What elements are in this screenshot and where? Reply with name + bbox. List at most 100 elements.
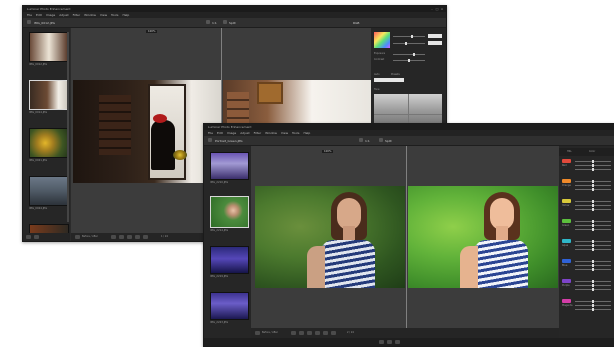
thumbnail-selected[interactable] (210, 196, 249, 228)
undo-icon[interactable] (315, 331, 320, 335)
compare-icon[interactable] (307, 331, 312, 335)
color-swatch-blue[interactable] (562, 259, 571, 263)
front-zoom[interactable]: 1:1 (365, 139, 370, 143)
menu-item[interactable]: File (27, 13, 32, 17)
rotate-right-icon[interactable] (299, 331, 304, 335)
split-view-icon[interactable] (223, 20, 227, 24)
front-view-mode[interactable]: Before / After (262, 331, 278, 334)
zoom-icon[interactable] (359, 138, 363, 142)
color-swatch-orange[interactable] (562, 179, 571, 183)
hsl-slider[interactable] (575, 220, 611, 223)
hsl-slider[interactable] (575, 204, 611, 207)
hsl-slider[interactable] (575, 300, 611, 303)
menu-item[interactable]: View (100, 13, 107, 17)
color-picker[interactable] (374, 32, 390, 48)
hsl-slider[interactable] (575, 244, 611, 247)
rotate-right-icon[interactable] (119, 235, 124, 239)
hsl-slider[interactable] (575, 208, 611, 211)
menu-item[interactable]: Adjust (240, 131, 249, 135)
color-swatch-aqua[interactable] (562, 239, 571, 243)
hsl-slider[interactable] (575, 264, 611, 267)
tint-value[interactable] (428, 41, 442, 45)
back-zoom[interactable]: 1:1 (212, 21, 217, 25)
menu-item[interactable]: Window (265, 131, 277, 135)
tab-hsl[interactable]: HSL (567, 150, 572, 153)
grid-view-icon[interactable] (379, 340, 384, 344)
hsl-slider[interactable] (575, 268, 611, 271)
color-swatch-red[interactable] (562, 159, 571, 163)
before-after-icon[interactable] (255, 331, 260, 335)
hsl-slider[interactable] (575, 224, 611, 227)
color-swatch-magenta[interactable] (562, 299, 571, 303)
menu-item[interactable]: Image (227, 131, 236, 135)
hsl-slider[interactable] (575, 168, 611, 171)
redo-icon[interactable] (323, 331, 328, 335)
menu-item[interactable]: Filter (73, 13, 80, 17)
color-swatch-yellow[interactable] (562, 199, 571, 203)
rotate-left-icon[interactable] (291, 331, 296, 335)
thumbnail[interactable] (29, 176, 69, 206)
menu-item[interactable]: Help (303, 131, 310, 135)
minimize-icon[interactable]: – (430, 7, 434, 11)
list-view-icon[interactable] (387, 340, 392, 344)
crop-icon[interactable] (331, 331, 336, 335)
hsl-slider[interactable] (575, 188, 611, 191)
close-icon[interactable]: × (440, 7, 444, 11)
menu-item[interactable]: Filter (254, 131, 261, 135)
open-folder-icon[interactable] (208, 138, 212, 142)
rotate-left-icon[interactable] (111, 235, 116, 239)
hsl-slider[interactable] (575, 164, 611, 167)
hsl-slider[interactable] (575, 228, 611, 231)
list-view-icon[interactable] (34, 235, 39, 239)
hsl-slider[interactable] (575, 288, 611, 291)
fullscreen-icon[interactable] (395, 340, 400, 344)
temperature-value[interactable] (428, 34, 442, 38)
tab-presets[interactable]: Presets (391, 73, 400, 76)
compare-icon[interactable] (127, 235, 132, 239)
color-swatch-purple[interactable] (562, 279, 571, 283)
tab-auto[interactable]: Auto (374, 73, 380, 76)
before-after-divider[interactable] (406, 146, 407, 328)
back-view-toggle[interactable]: Split (229, 21, 236, 25)
menu-item[interactable]: Edit (36, 13, 42, 17)
filmstrip-scrollbar[interactable] (67, 32, 69, 222)
thumbnail[interactable] (210, 152, 249, 180)
menu-item[interactable]: Tools (111, 13, 118, 17)
menu-item[interactable]: Window (84, 13, 96, 17)
temperature-slider[interactable] (393, 35, 425, 38)
hsl-slider[interactable] (575, 248, 611, 251)
tint-slider[interactable] (393, 42, 425, 45)
back-view-mode[interactable]: Before / After (82, 235, 98, 238)
exposure-slider[interactable] (393, 53, 425, 56)
maximize-icon[interactable]: □ (435, 7, 439, 11)
hsl-slider[interactable] (575, 308, 611, 311)
menu-item[interactable]: File (208, 131, 213, 135)
preset-field[interactable] (374, 78, 404, 82)
hsl-slider[interactable] (575, 200, 611, 203)
hsl-slider[interactable] (575, 184, 611, 187)
menu-item[interactable]: Tools (292, 131, 299, 135)
hsl-slider[interactable] (575, 260, 611, 263)
before-after-icon[interactable] (75, 235, 80, 239)
contrast-slider[interactable] (393, 59, 425, 62)
hsl-slider[interactable] (575, 180, 611, 183)
redo-icon[interactable] (143, 235, 148, 239)
hsl-slider[interactable] (575, 160, 611, 163)
undo-icon[interactable] (135, 235, 140, 239)
menu-item[interactable]: View (281, 131, 288, 135)
menu-item[interactable]: Help (122, 13, 129, 17)
thumbnail[interactable] (210, 292, 249, 320)
menu-item[interactable]: Image (46, 13, 55, 17)
hsl-slider[interactable] (575, 240, 611, 243)
hsl-slider[interactable] (575, 304, 611, 307)
thumbnail-selected[interactable] (29, 80, 69, 110)
thumbnail[interactable] (29, 128, 69, 158)
open-folder-icon[interactable] (27, 20, 31, 24)
grid-view-icon[interactable] (26, 235, 31, 239)
hsl-slider[interactable] (575, 284, 611, 287)
color-swatch-green[interactable] (562, 219, 571, 223)
thumbnail[interactable] (210, 246, 249, 274)
thumbnail[interactable] (29, 32, 69, 62)
tab-color[interactable]: Color (589, 150, 595, 153)
zoom-icon[interactable] (206, 20, 210, 24)
